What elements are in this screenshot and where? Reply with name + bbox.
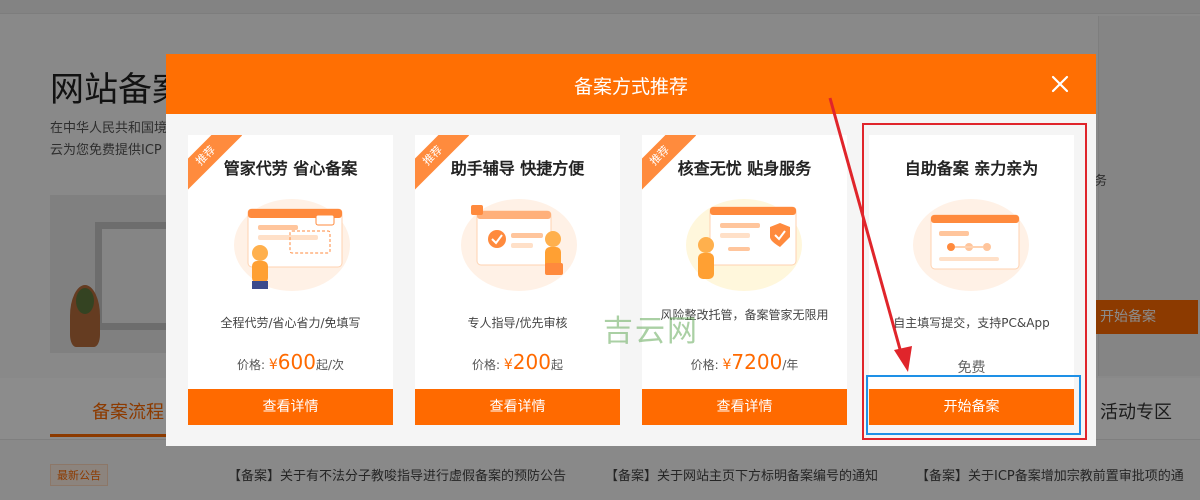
view-details-button[interactable]: 查看详情: [415, 389, 620, 425]
card-title: 助手辅导 快捷方便: [450, 159, 585, 178]
assistant-illustration-icon: [461, 199, 577, 291]
close-icon[interactable]: [1046, 70, 1074, 98]
highlight-blue-frame: [866, 375, 1081, 435]
card-butler-service: 推荐 管家代劳 省心备案 全程代劳/省心省力/免填写 价格: ¥600起/次 查…: [188, 135, 393, 425]
watermark: 吉云网: [603, 314, 699, 349]
modal-header: 备案方式推荐: [166, 54, 1096, 114]
modal-title: 备案方式推荐: [573, 76, 688, 98]
view-details-button[interactable]: 查看详情: [188, 389, 393, 425]
card-title: 管家代劳 省心备案: [223, 159, 358, 178]
butler-illustration-icon: [234, 199, 350, 291]
card-description: 专人指导/优先审核: [467, 316, 568, 330]
card-verification-service: 推荐 核查无忧 贴身服务 风险整改托管，备案管家无限用 价格: ¥7200/年 …: [642, 135, 847, 425]
card-price: 价格: ¥7200/年: [690, 350, 799, 374]
view-details-button[interactable]: 查看详情: [642, 389, 847, 425]
card-description: 全程代劳/省心省力/免填写: [220, 316, 361, 330]
card-title: 核查无忧 贴身服务: [677, 159, 812, 178]
verification-illustration-icon: [686, 199, 802, 291]
card-assistant-guidance: 推荐 助手辅导 快捷方便 专人指导/优先审核 价格: ¥200起 查看详情: [415, 135, 620, 425]
card-price: 价格: ¥600起/次: [236, 350, 345, 374]
card-price: 价格: ¥200起: [472, 350, 563, 374]
